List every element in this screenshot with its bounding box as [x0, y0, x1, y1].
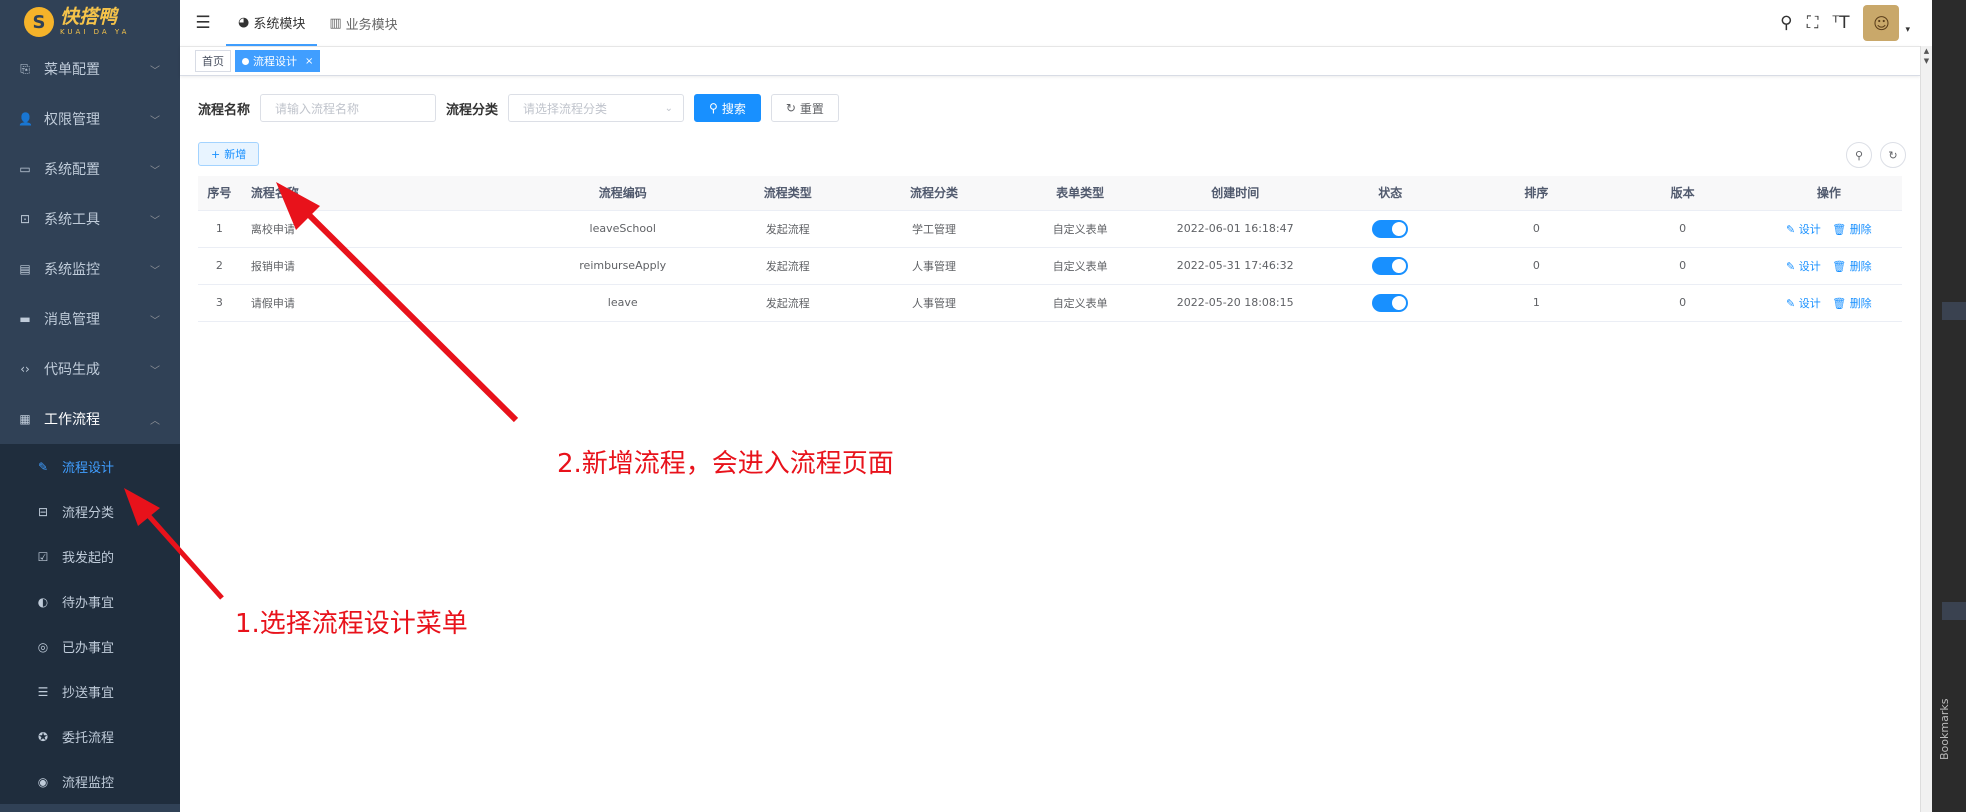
- arrow-step1: [138, 504, 224, 600]
- annotation-arrows: [124, 182, 519, 600]
- arrow-step2: [295, 201, 519, 423]
- annotation-step2: 2.新增流程，会进入流程页面: [557, 449, 894, 479]
- annotation-step1: 1.选择流程设计菜单: [235, 609, 468, 639]
